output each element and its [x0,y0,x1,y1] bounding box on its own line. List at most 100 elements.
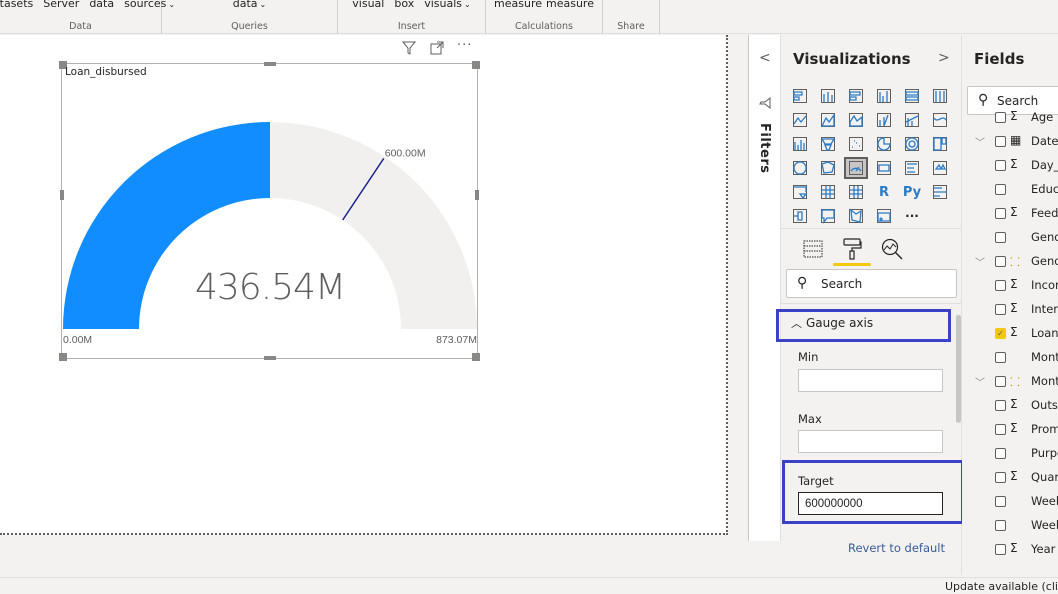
field-item[interactable]: ﹀ ⸬ Mont [962,371,1058,395]
field-checkbox[interactable] [995,184,1006,195]
map-icon[interactable] [788,157,812,179]
matrix-icon[interactable] [844,181,868,203]
donut-chart-icon[interactable] [900,133,924,155]
field-item[interactable]: Σ Age [962,107,1058,131]
field-item[interactable]: Σ Incor [962,275,1058,299]
field-checkbox[interactable] [995,112,1006,123]
field-checkbox[interactable] [995,136,1006,147]
filter-icon[interactable] [401,41,417,59]
card-icon[interactable] [872,157,896,179]
section-gauge-axis[interactable]: ︿ Gauge axis [791,315,873,331]
ribbon-button-new-measure[interactable]: measure [494,0,542,10]
field-item[interactable]: Σ Day_ [962,155,1058,179]
clustered-bar-chart-icon[interactable] [844,85,868,107]
pie-chart-icon[interactable] [872,133,896,155]
field-item[interactable]: Σ Feedl [962,203,1058,227]
ribbon-button-server[interactable]: Server [43,0,79,10]
field-checkbox[interactable] [995,496,1006,507]
chevron-right-icon[interactable]: > [938,50,950,66]
decomposition-tree-icon[interactable] [788,205,812,227]
format-search-input[interactable]: ⚲ Search [786,269,957,298]
waterfall-chart-icon[interactable] [788,133,812,155]
field-item[interactable]: Gend [962,227,1058,251]
field-item[interactable]: Educa [962,179,1058,203]
table-icon[interactable] [816,181,840,203]
stacked-column-chart-icon[interactable] [816,85,840,107]
key-influencers-icon[interactable] [928,181,952,203]
100-stacked-bar-chart-icon[interactable] [900,85,924,107]
field-checkbox[interactable] [995,520,1006,531]
field-item[interactable]: Purpo [962,443,1058,467]
more-visuals-icon[interactable]: ··· [900,205,924,227]
arcgis-icon[interactable] [872,205,896,227]
r-script-visual-icon[interactable]: R [872,181,896,203]
target-input[interactable] [798,492,943,515]
analytics-tab[interactable] [880,237,904,261]
funnel-icon[interactable] [816,133,840,155]
line-chart-icon[interactable] [788,109,812,131]
area-chart-icon[interactable] [816,109,840,131]
gauge-visual[interactable]: Loan_disbursed 600.00M 436.54M 0.00M 873… [59,61,480,361]
field-checkbox[interactable] [995,256,1006,267]
update-available-link[interactable]: Update available (clic [945,580,1058,593]
100-stacked-column-chart-icon[interactable] [928,85,952,107]
field-item[interactable]: ﹀ ⸬ Gend [962,251,1058,275]
multi-row-card-icon[interactable] [900,157,924,179]
field-checkbox[interactable] [995,352,1006,363]
kpi-icon[interactable] [928,157,952,179]
gauge-icon[interactable] [844,157,868,179]
field-item[interactable]: ﹀ ▦ Date [962,131,1058,155]
field-checkbox[interactable] [995,400,1006,411]
ribbon-button-more-visuals[interactable]: visuals ⌄ [424,0,471,10]
ribbon-button-new-visual[interactable]: visual [352,0,384,10]
field-checkbox[interactable] [995,376,1006,387]
focus-mode-icon[interactable] [430,41,444,59]
filters-pane-collapsed[interactable]: < Filters [748,35,781,541]
field-checkbox[interactable] [995,424,1006,435]
field-checkbox[interactable] [995,544,1006,555]
chevron-down-icon[interactable]: ﹀ [975,254,985,269]
clustered-column-chart-icon[interactable] [872,85,896,107]
max-input[interactable] [798,430,943,453]
min-input[interactable] [798,369,943,392]
field-checkbox[interactable] [995,232,1006,243]
stacked-bar-chart-icon[interactable] [788,85,812,107]
field-item[interactable]: ✓ Σ Loan_ [962,323,1058,347]
chevron-down-icon[interactable]: ﹀ [975,134,985,149]
field-item[interactable]: Σ Outst [962,395,1058,419]
python-visual-icon[interactable]: Py [900,181,924,203]
field-item[interactable]: Mont [962,347,1058,371]
format-tab[interactable] [840,237,864,261]
ribbon-button-quick-measure[interactable]: measure [546,0,594,10]
field-item[interactable]: Σ Year [962,539,1058,563]
ribbon-button-datasets[interactable]: datasets [0,0,33,10]
chevron-down-icon[interactable]: ﹀ [975,374,985,389]
field-item[interactable]: Week [962,491,1058,515]
field-checkbox[interactable]: ✓ [995,328,1006,339]
field-item[interactable]: Σ Quar [962,467,1058,491]
slicer-icon[interactable] [788,181,812,203]
filters-label[interactable]: Filters [757,123,772,173]
line-and-stacked-column-icon[interactable] [872,109,896,131]
line-and-clustered-column-icon[interactable] [900,109,924,131]
treemap-icon[interactable] [928,133,952,155]
filled-map-icon[interactable] [816,157,840,179]
fields-tab[interactable] [801,237,825,261]
field-item[interactable]: Σ Prom [962,419,1058,443]
format-panel-scrollbar[interactable] [956,315,961,423]
collapse-visualizations-icon[interactable]: < [759,50,771,66]
qa-icon[interactable] [816,205,840,227]
field-checkbox[interactable] [995,472,1006,483]
scatter-chart-icon[interactable] [844,133,868,155]
revert-to-default-link[interactable]: Revert to default [848,541,945,555]
report-page[interactable]: ··· Loan_disbursed 600.00M 436.54M 0.00M… [0,35,728,535]
field-item[interactable]: Σ Intere [962,299,1058,323]
field-checkbox[interactable] [995,304,1006,315]
ribbon-button-text-box[interactable]: box [394,0,414,10]
field-checkbox[interactable] [995,208,1006,219]
field-checkbox[interactable] [995,160,1006,171]
ribbon-button-transform-data[interactable]: data ⌄ [233,0,266,10]
field-checkbox[interactable] [995,280,1006,291]
shape-map-icon[interactable] [844,205,868,227]
ribbon-button-data[interactable]: data [89,0,114,10]
